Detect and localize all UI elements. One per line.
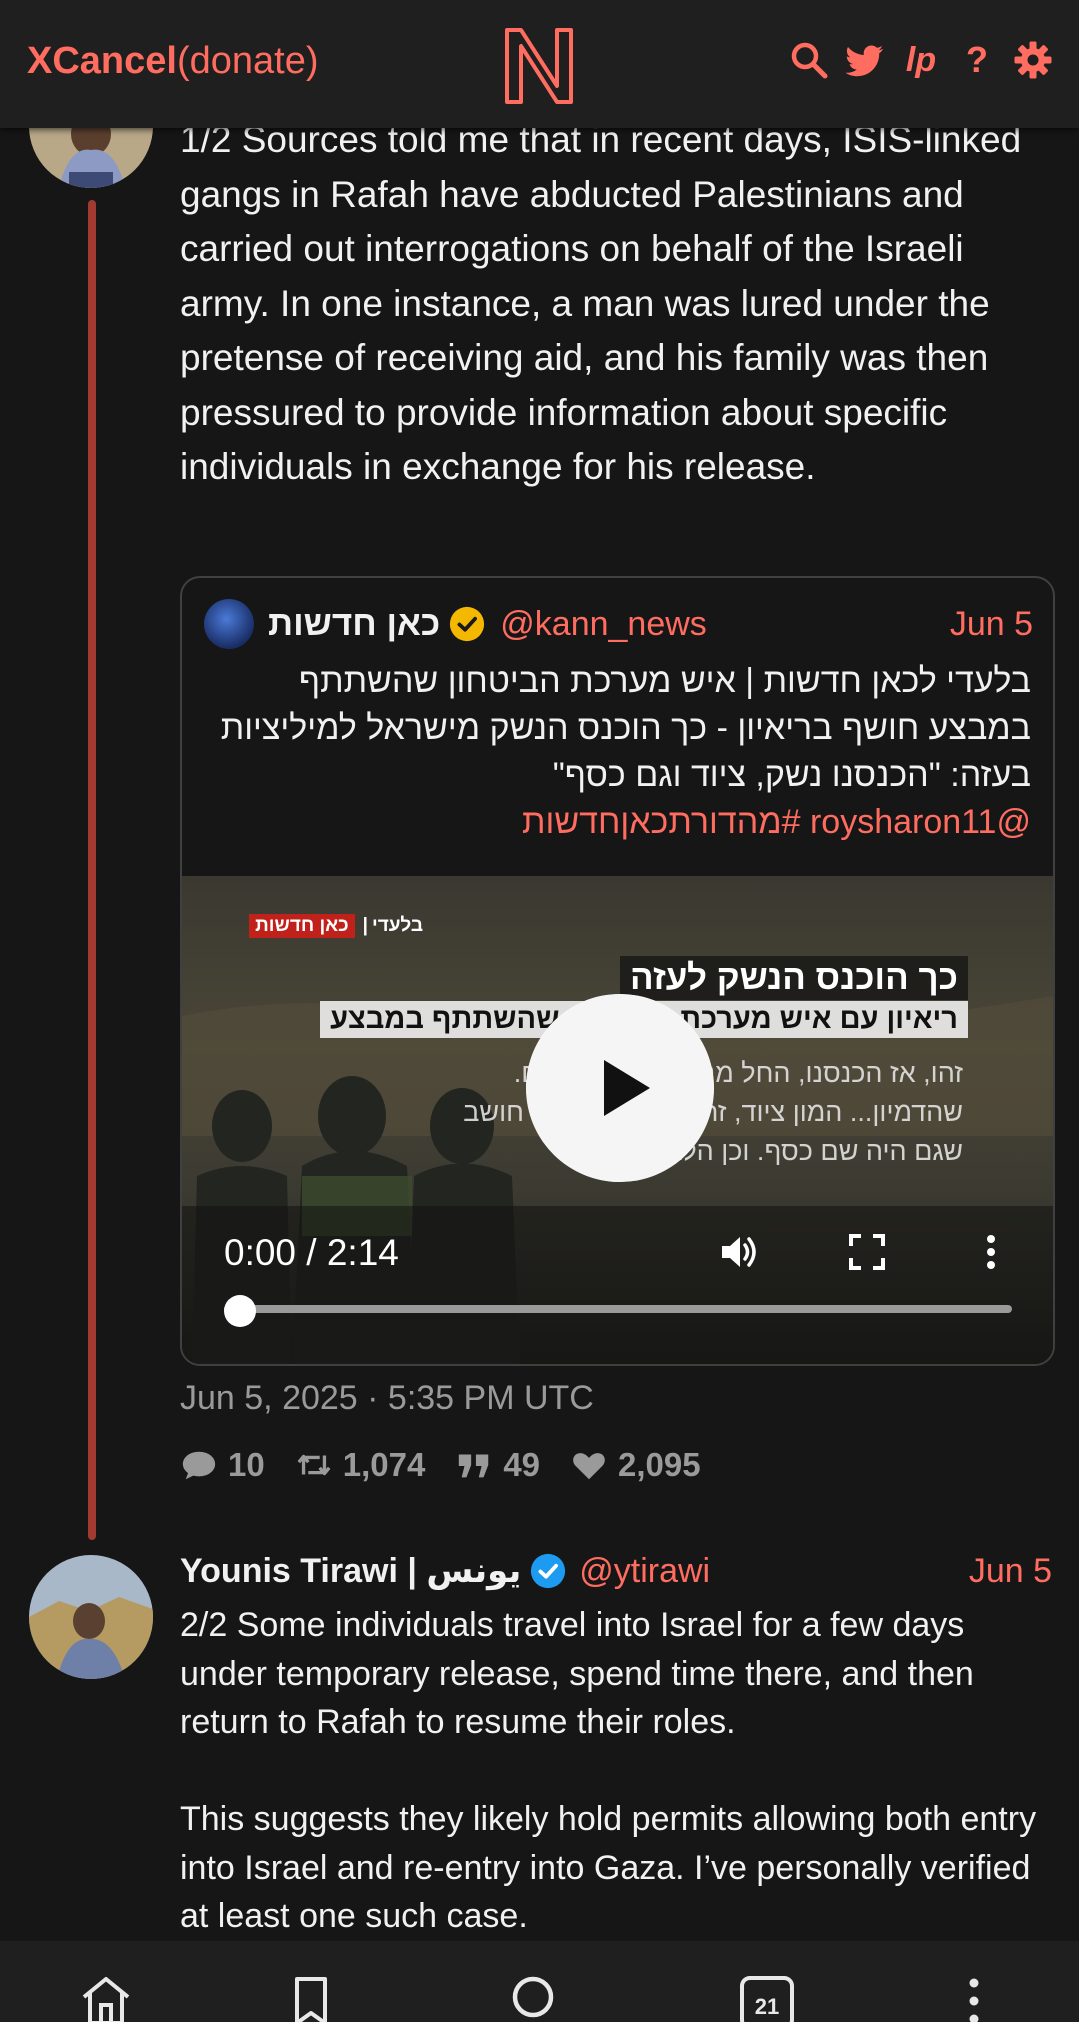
donate-link[interactable]: (donate) <box>177 40 319 82</box>
home-icon[interactable] <box>78 1975 134 2022</box>
quote-body: בלעדי לכאן חדשות | איש מערכת הביטחון שהש… <box>220 662 1031 794</box>
calendar-day: 21 <box>754 1994 780 2019</box>
tweet-stats: 10 1,074 49 2,095 <box>180 1446 701 1484</box>
brand[interactable]: XCancel(donate) <box>27 40 319 83</box>
search-icon[interactable] <box>789 40 829 80</box>
verified-icon <box>531 1553 566 1589</box>
bottom-toolbar: 21 <box>0 1941 1079 2022</box>
nitter-logo-icon[interactable] <box>503 26 575 106</box>
quote-tags[interactable]: @roysharon11 #מהדורתכאןחדשות <box>522 803 1031 841</box>
liberapay-icon[interactable]: lp <box>901 40 941 80</box>
video-progress-bar[interactable] <box>224 1305 1012 1313</box>
brand-name[interactable]: XCancel <box>27 40 177 82</box>
more-vertical-icon[interactable] <box>946 1975 1002 2022</box>
tweet-header: Younis Tirawi | يونس @ytirawi Jun 5 <box>180 1546 1052 1596</box>
quote-text: בלעדי לכאן חדשות | איש מערכת הביטחון שהש… <box>211 658 1031 846</box>
retweet-icon <box>297 1454 331 1476</box>
volume-icon[interactable] <box>716 1228 764 1276</box>
quote-tweet[interactable]: כאן חדשות @kann_news Jun 5 בלעדי לכאן חד… <box>180 576 1055 1366</box>
calendar-icon[interactable]: 21 <box>739 1975 795 2022</box>
fullscreen-icon[interactable] <box>843 1228 891 1276</box>
heart-icon <box>573 1453 605 1480</box>
retweets-stat[interactable]: 1,074 <box>295 1446 426 1484</box>
channel-box: כאן חדשות <box>249 914 355 938</box>
replies-count: 10 <box>228 1446 265 1483</box>
likes-stat[interactable]: 2,095 <box>570 1446 701 1484</box>
tweet-date[interactable]: Jun 5 <box>969 1552 1052 1591</box>
quotes-count: 49 <box>503 1446 541 1483</box>
reply-icon <box>182 1451 216 1480</box>
exclusive-label: בלעדי <box>372 915 423 936</box>
video-channel-tag: בלעדי | כאן חדשות <box>249 914 423 938</box>
quote-date[interactable]: Jun 5 <box>950 605 1033 644</box>
quote-handle[interactable]: @kann_news <box>500 605 707 644</box>
more-vertical-icon[interactable] <box>967 1228 1015 1276</box>
nav-icons: lp ? <box>789 39 1053 80</box>
quote-author-name[interactable]: כאן חדשות <box>268 604 440 644</box>
search-icon[interactable] <box>507 1975 563 2022</box>
replies-stat[interactable]: 10 <box>180 1446 265 1484</box>
top-navbar: XCancel(donate) lp ? <box>0 0 1079 128</box>
thread-line <box>88 200 96 1540</box>
retweets-count: 1,074 <box>342 1446 426 1483</box>
author-name[interactable]: Younis Tirawi | يونس <box>180 1551 521 1591</box>
tweet-timestamp[interactable]: Jun 5, 2025 · 5:35 PM UTC <box>180 1379 594 1418</box>
video-time: 0:00 / 2:14 <box>224 1232 399 1273</box>
tweet-text: 2/2 Some individuals travel into Israel … <box>180 1606 1037 1935</box>
gear-icon[interactable] <box>1013 40 1053 80</box>
video-title: כך הוכנס הנשק לעזה <box>620 956 968 1000</box>
quote-header: כאן חדשות @kann_news Jun 5 <box>204 596 1033 652</box>
video-player[interactable]: בלעדי | כאן חדשות כך הוכנס הנשק לעזה ריא… <box>182 876 1053 1364</box>
likes-count: 2,095 <box>618 1446 701 1483</box>
tweet-text: 1/2 Sources told me that in recent days,… <box>180 119 1022 487</box>
quote-icon <box>459 1454 489 1478</box>
quote-avatar[interactable] <box>204 599 254 649</box>
play-icon[interactable] <box>526 994 714 1182</box>
author-handle[interactable]: @ytirawi <box>579 1552 710 1591</box>
bookmark-icon[interactable] <box>283 1975 339 2022</box>
avatar[interactable] <box>29 1555 153 1679</box>
verified-gold-icon <box>450 606 485 642</box>
quotes-stat[interactable]: 49 <box>455 1446 540 1484</box>
twitter-bird-icon[interactable] <box>845 40 885 80</box>
help-icon[interactable]: ? <box>957 39 997 80</box>
video-progress-knob[interactable] <box>224 1295 256 1327</box>
